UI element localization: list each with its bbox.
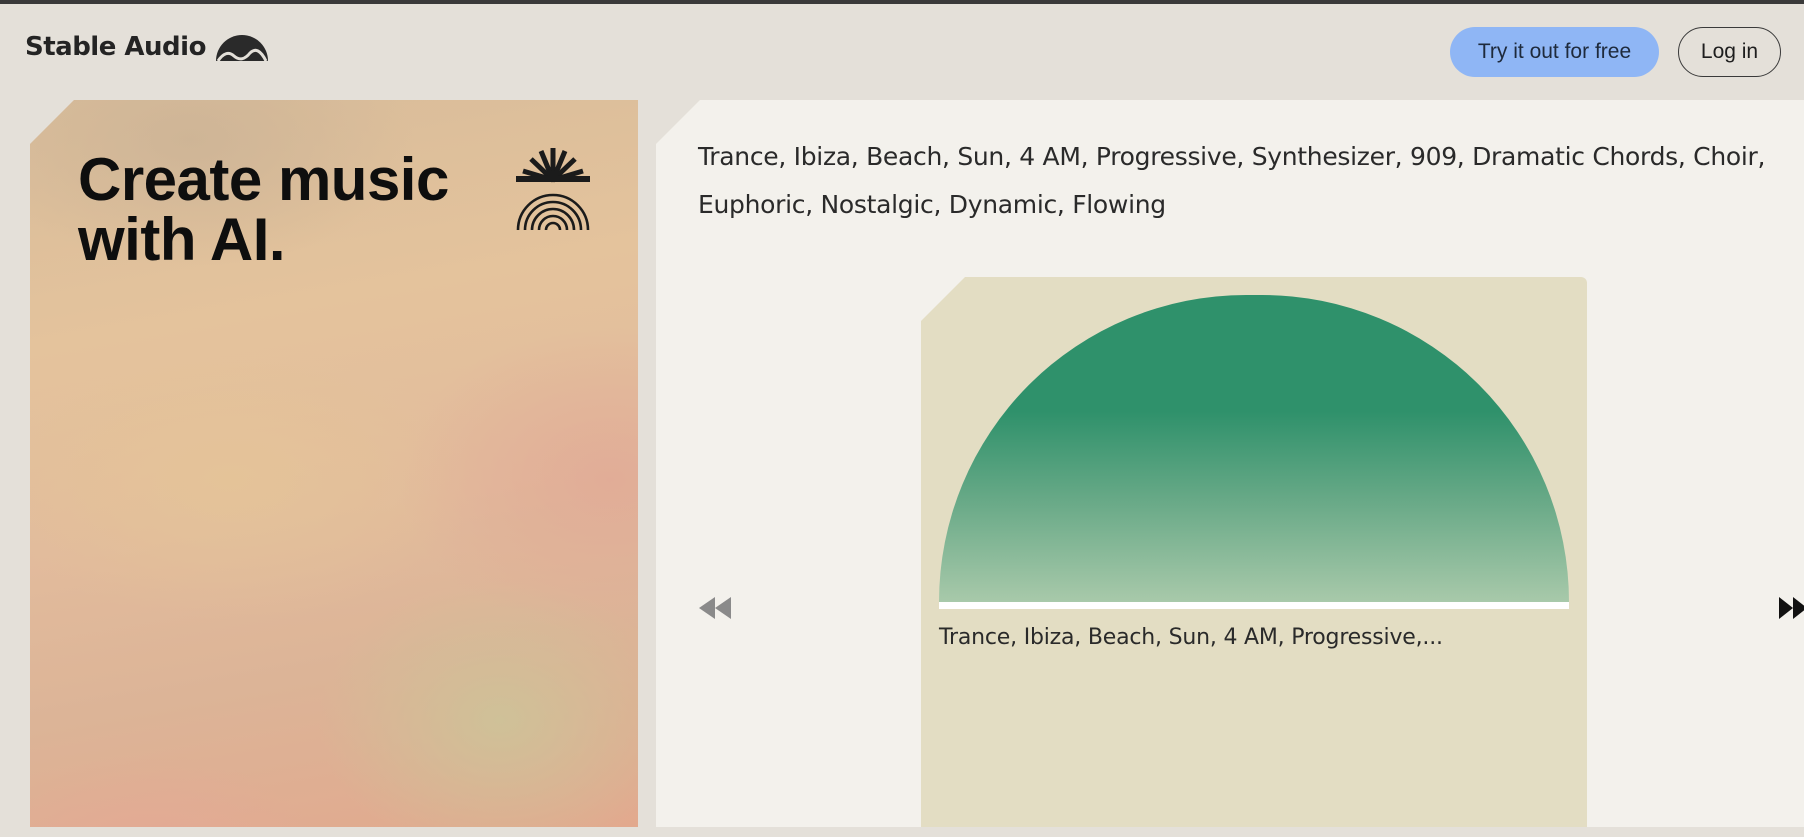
login-button[interactable]: Log in [1678, 27, 1781, 77]
hero-title: Create music with AI. [78, 150, 498, 270]
previous-track-button[interactable] [698, 595, 732, 621]
track-card[interactable]: Trance, Ibiza, Beach, Sun, 4 AM, Progres… [921, 277, 1587, 827]
track-artwork [939, 295, 1569, 602]
hero-title-line1: Create music [78, 146, 449, 213]
brand-name: Stable Audio [25, 32, 206, 62]
sunrise-rainbow-icon [516, 148, 590, 231]
hero-card: Create music with AI. [30, 100, 638, 827]
hero-title-line2: with AI. [78, 206, 286, 273]
rewind-icon [699, 597, 731, 619]
fast-forward-icon [1779, 597, 1804, 619]
mountain-wave-icon [215, 35, 268, 62]
next-track-button[interactable] [1778, 595, 1804, 621]
brand-logo[interactable]: Stable Audio [25, 32, 270, 62]
player-panel: Trance, Ibiza, Beach, Sun, 4 AM, Progres… [656, 100, 1804, 827]
track-label: Trance, Ibiza, Beach, Sun, 4 AM, Progres… [939, 625, 1443, 650]
track-progress-baseline [939, 602, 1569, 609]
try-free-button[interactable]: Try it out for free [1450, 27, 1659, 77]
site-header: Stable Audio Try it out for free Log in [0, 4, 1804, 100]
prompt-text: Trance, Ibiza, Beach, Sun, 4 AM, Progres… [698, 142, 1766, 219]
